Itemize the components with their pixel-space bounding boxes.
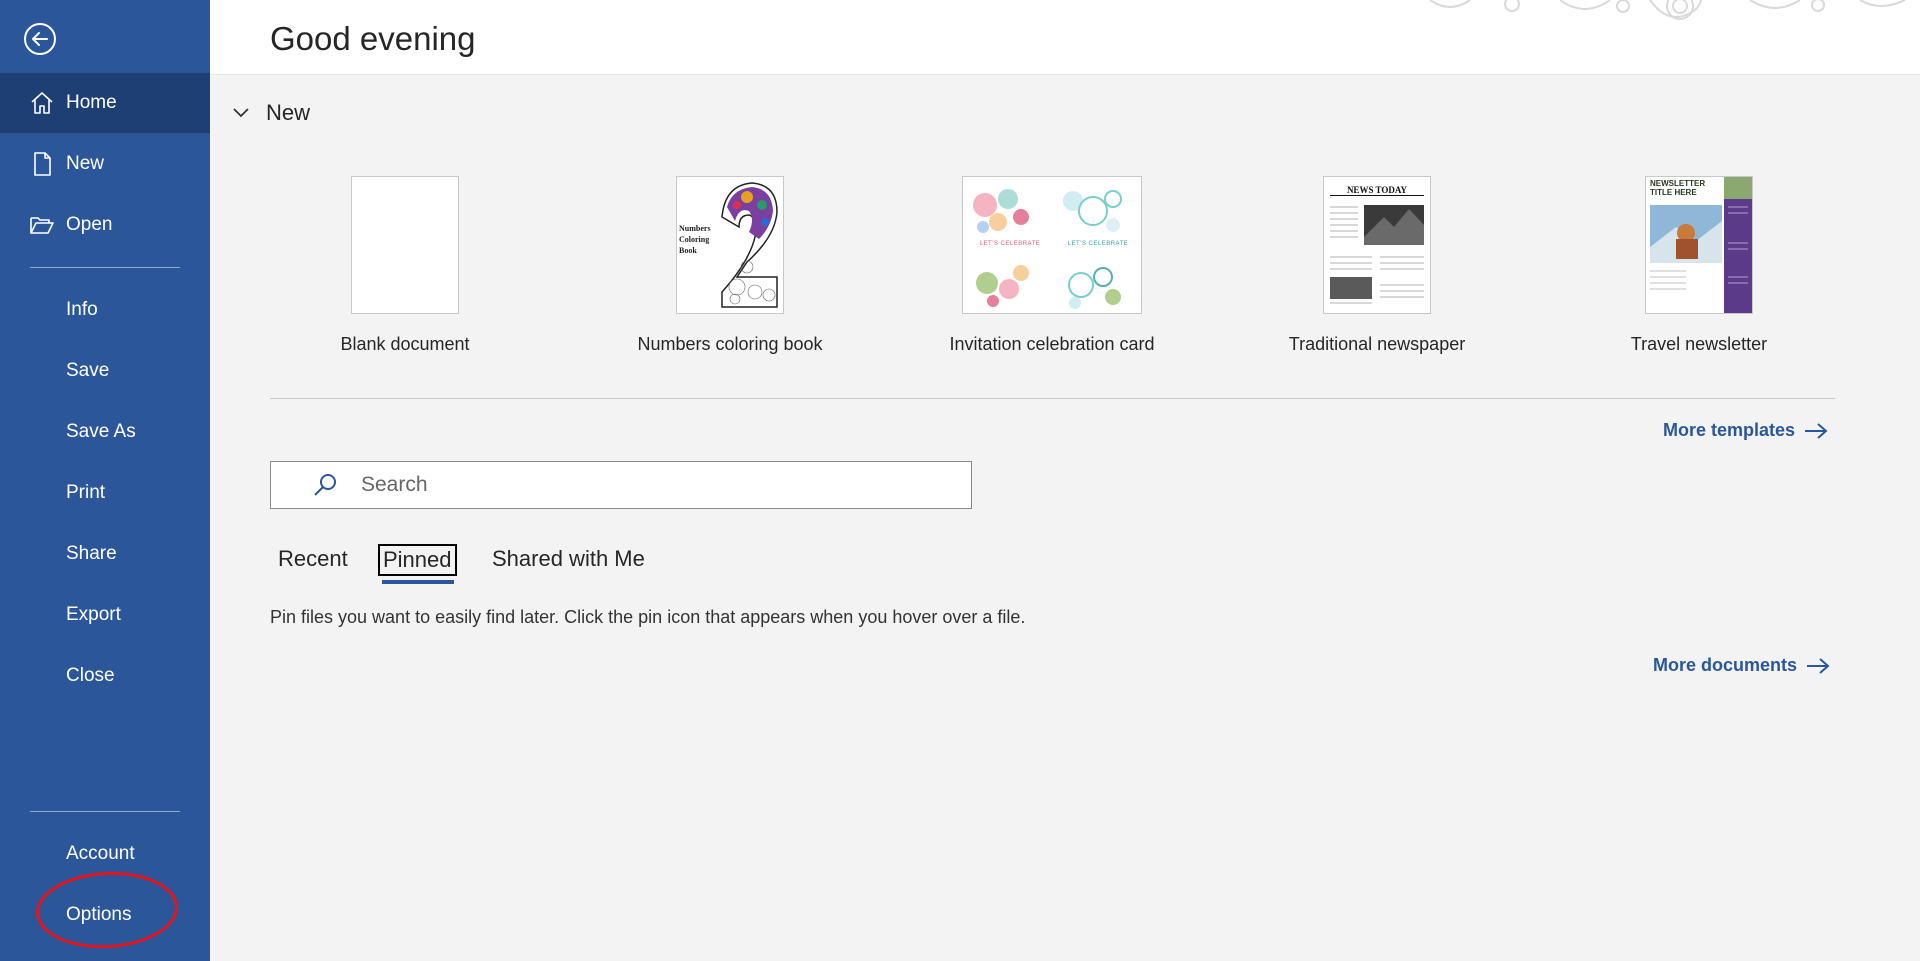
tab-pinned[interactable]: Pinned [378,544,457,576]
tab-shared-with-me[interactable]: Shared with Me [488,544,649,574]
template-name: Traditional newspaper [1288,334,1466,354]
new-section-toggle[interactable]: New [232,100,310,126]
sidebar-item-new[interactable]: New [0,134,210,194]
thumbnail-caption: NEWS TODAY [1330,185,1424,196]
sidebar-item-label: Options [66,904,132,925]
sidebar-item-info[interactable]: Info [0,280,210,340]
template-thumbnail: LET'S CELEBRATE LET'S CELEBRATE [962,176,1142,314]
back-button[interactable] [22,21,58,57]
sidebar-item-open[interactable]: Open [0,195,210,255]
sidebar-item-label: New [66,153,105,174]
newspaper-art [1330,205,1424,304]
sidebar-item-close[interactable]: Close [0,646,210,706]
back-arrow-icon [24,23,56,55]
sidebar-item-print[interactable]: Print [0,463,210,523]
thumbnail-caption: LET'S CELEBRATE [1067,241,1129,247]
sidebar-separator [30,267,180,268]
more-templates-link[interactable]: More templates [1663,420,1829,441]
sidebar-item-share[interactable]: Share [0,524,210,584]
sidebar-item-label: Share [66,543,117,564]
travel-newsletter-art [1650,177,1752,313]
thumbnail-caption: LET'S CELEBRATE [979,241,1041,247]
section-label: New [266,100,311,125]
template-traditional-newspaper[interactable]: NEWS TODAY Traditional newspaper [1264,176,1490,355]
template-thumbnail [351,176,459,314]
sidebar-item-save-as[interactable]: Save As [0,402,210,462]
sidebar-item-label: Account [66,843,135,864]
tab-recent[interactable]: Recent [274,544,352,574]
sidebar-item-label: Open [66,214,113,235]
sidebar-item-label: Close [66,665,115,686]
sidebar-item-options[interactable]: Options [0,885,210,945]
page-title: Good evening [270,20,476,57]
more-templates-label: More templates [1663,420,1796,440]
home-icon [28,89,56,117]
sidebar-item-home[interactable]: Home [0,73,210,133]
sidebar-item-label: Print [66,482,106,503]
template-name: Invitation celebration card [949,334,1155,354]
decorative-swirl-pattern [1429,0,1906,20]
sidebar-item-label: Home [66,92,117,113]
arrow-right-icon [1805,422,1828,439]
template-name: Travel newsletter [1630,334,1768,354]
arrow-right-icon [1807,657,1830,674]
search-input[interactable] [359,472,923,498]
sidebar-item-account[interactable]: Account [0,824,210,884]
sidebar-item-label: Save As [66,421,136,442]
search-icon [314,474,336,496]
active-tab-indicator [382,580,454,584]
open-folder-icon [28,211,56,239]
search-box[interactable] [270,461,972,509]
template-travel-newsletter[interactable]: NEWSLETTER TITLE HERE Travel newsletter [1594,176,1804,355]
sidebar-item-save[interactable]: Save [0,341,210,401]
template-numbers-coloring-book[interactable]: Numbers Coloring Book Numbers coloring b… [615,176,845,355]
new-document-icon [28,150,56,178]
sidebar-item-label: Export [66,604,121,625]
template-name: Numbers coloring book [637,334,823,354]
template-invitation-celebration-card[interactable]: LET'S CELEBRATE LET'S CELEBRATE Invitati… [930,176,1174,355]
template-name: Blank document [340,334,470,354]
template-thumbnail: Numbers Coloring Book [676,176,784,314]
template-blank-document[interactable]: Blank document [310,176,500,355]
thumbnail-caption: NEWSLETTER TITLE HERE [1650,179,1706,197]
chevron-down-icon [233,108,249,118]
thumbnail-caption: Numbers Coloring Book [679,224,711,255]
sidebar-separator [30,811,180,812]
backstage-sidebar: Home New Open Info Save Save As Print Sh… [0,0,210,961]
header: Good evening [210,0,1920,75]
pinned-empty-message: Pin files you want to easily find later.… [270,607,1026,627]
template-thumbnail: NEWS TODAY [1323,176,1431,314]
sidebar-item-export[interactable]: Export [0,585,210,645]
sidebar-item-label: Info [66,299,98,320]
section-divider [270,398,1835,399]
more-documents-link[interactable]: More documents [1653,655,1831,676]
template-thumbnail: NEWSLETTER TITLE HERE [1645,176,1753,314]
sidebar-item-label: Save [66,360,110,381]
more-documents-label: More documents [1653,655,1798,675]
